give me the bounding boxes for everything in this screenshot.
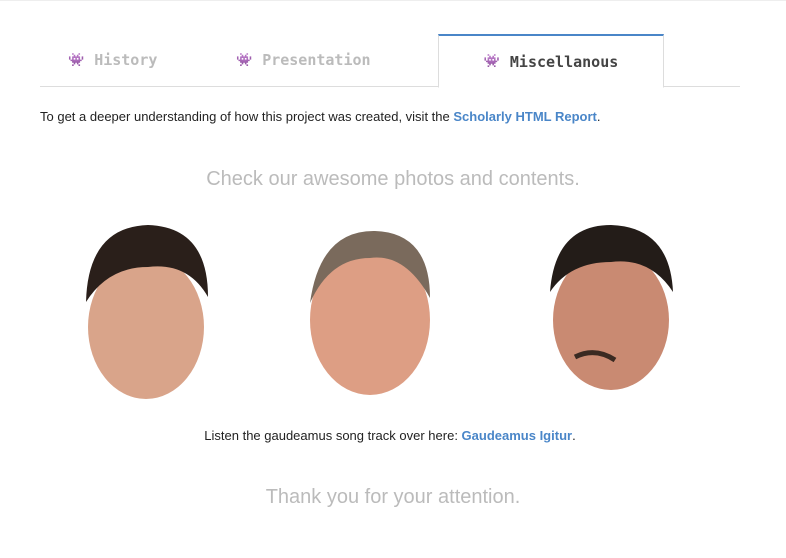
face-photo-2 [310,230,430,395]
space-invader-icon: 👾 [236,52,253,68]
listen-label: Listen the gaudeamus song track over her… [204,428,462,443]
tab-bar: 👾 History 👾 Presentation 👾 Miscellanous [40,34,740,88]
space-invader-icon: 👾 [483,54,500,69]
tab-label: Presentation [262,51,371,69]
scholarly-report-link[interactable]: Scholarly HTML Report [453,109,597,124]
tab-presentation[interactable]: 👾 Presentation [236,34,371,86]
tab-history[interactable]: 👾 History [68,34,157,86]
listen-end: . [572,428,576,443]
face-photo-1 [86,225,208,399]
intro-end: . [596,109,601,124]
space-invader-icon: 👾 [68,52,85,68]
tab-label: Miscellanous [509,52,619,71]
photos-heading: Check our awesome photos and contents. [206,168,580,190]
intro-text: To get a deeper understanding of how thi… [40,109,601,124]
gaudeamus-link[interactable]: Gaudeamus Igitur [462,428,573,443]
footer-thanks: Thank you for your attention. [265,486,521,508]
tab-label: History [94,51,158,69]
intro-label: To get a deeper understanding of how thi… [40,109,454,124]
face-photo-3 [550,225,673,390]
tab-miscellanous[interactable]: 👾 Miscellanous [438,34,664,88]
listen-text: Listen the gaudeamus song track over her… [0,428,780,443]
top-divider [0,0,786,1]
